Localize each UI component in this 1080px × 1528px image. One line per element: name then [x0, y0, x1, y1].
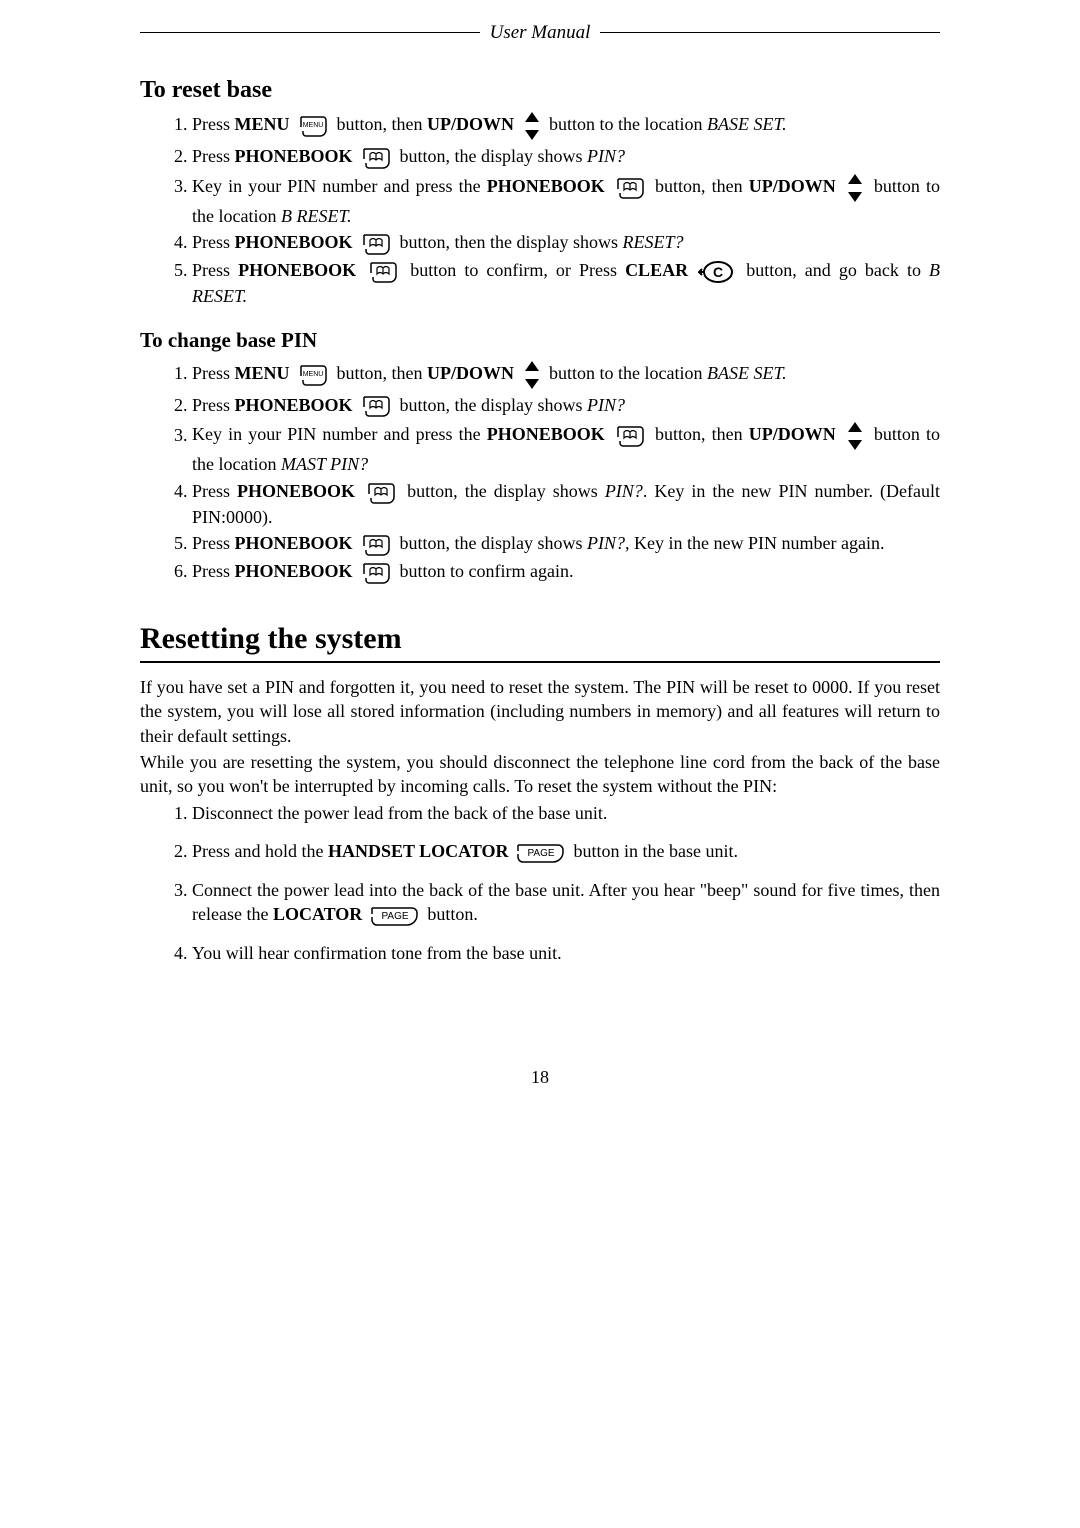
menu-icon [296, 114, 330, 138]
phonebook-icon [359, 146, 393, 170]
list-item: Press and hold the HANDSET LOCATOR butto… [192, 839, 940, 864]
list-item: Press PHONEBOOK button to confirm, or Pr… [192, 258, 940, 308]
list-item: Press PHONEBOOK button to confirm again. [192, 559, 940, 585]
updown-icon [844, 420, 866, 452]
manual-title: User Manual [480, 20, 601, 46]
divider [140, 661, 940, 663]
menu-label: MENU [235, 114, 290, 134]
list-item: Press PHONEBOOK button, the display show… [192, 531, 940, 557]
updown-label: UP/DOWN [427, 114, 514, 134]
phonebook-icon [359, 394, 393, 418]
list-reset-base: Press MENU button, then UP/DOWN button t… [140, 110, 940, 308]
phonebook-label: PHONEBOOK [235, 232, 353, 252]
heading-change-pin: To change base PIN [140, 326, 940, 354]
list-reset-steps: Disconnect the power lead from the back … [140, 801, 940, 966]
updown-icon [844, 172, 866, 204]
phonebook-icon [613, 424, 647, 448]
updown-label: UP/DOWN [749, 176, 836, 196]
updown-icon [521, 110, 543, 142]
list-item: Press PHONEBOOK button, the display show… [192, 479, 940, 529]
heading-resetting-system: Resetting the system [140, 619, 940, 660]
phonebook-label: PHONEBOOK [487, 176, 605, 196]
clear-label: CLEAR [625, 260, 688, 280]
updown-icon [521, 359, 543, 391]
phonebook-icon [364, 481, 398, 505]
list-item: Press MENU button, then UP/DOWN button t… [192, 110, 940, 142]
page-header: User Manual [140, 20, 940, 46]
page-icon [369, 905, 421, 927]
list-item: Press MENU button, then UP/DOWN button t… [192, 359, 940, 391]
phonebook-icon [359, 533, 393, 557]
locator-label: HANDSET LOCATOR [328, 841, 509, 861]
list-change-pin: Press MENU button, then UP/DOWN button t… [140, 359, 940, 585]
reset-para-1: If you have set a PIN and forgotten it, … [140, 675, 940, 748]
phonebook-icon [359, 561, 393, 585]
list-item: You will hear confirmation tone from the… [192, 941, 940, 965]
phonebook-label: PHONEBOOK [238, 260, 356, 280]
list-item: Connect the power lead into the back of … [192, 878, 940, 927]
list-item: Press PHONEBOOK button, the display show… [192, 144, 940, 170]
list-item: Disconnect the power lead from the back … [192, 801, 940, 825]
phonebook-icon [366, 260, 400, 284]
page-icon [515, 842, 567, 864]
phonebook-icon [613, 176, 647, 200]
clear-icon [698, 260, 736, 284]
list-item: Key in your PIN number and press the PHO… [192, 420, 940, 476]
locator-label: LOCATOR [273, 904, 362, 924]
menu-icon [296, 363, 330, 387]
page-number: 18 [140, 1065, 940, 1089]
list-item: Press PHONEBOOK button, the display show… [192, 393, 940, 419]
phonebook-icon [359, 232, 393, 256]
list-item: Press PHONEBOOK button, then the display… [192, 230, 940, 256]
reset-para-2: While you are resetting the system, you … [140, 750, 940, 799]
heading-to-reset-base: To reset base [140, 74, 940, 106]
phonebook-label: PHONEBOOK [235, 146, 353, 166]
list-item: Key in your PIN number and press the PHO… [192, 172, 940, 228]
